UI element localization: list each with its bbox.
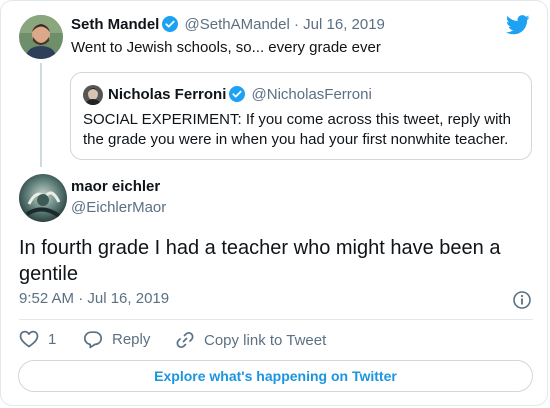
- main-tweet-timestamp[interactable]: 9:52 AM · Jul 16, 2019: [19, 290, 169, 307]
- twitter-bird-icon[interactable]: [506, 15, 530, 35]
- tweet1-text: Went to Jewish schools, so... every grad…: [71, 39, 381, 56]
- main-author-handle[interactable]: @EichlerMaor: [71, 199, 166, 216]
- seth-avatar[interactable]: [19, 15, 63, 59]
- main-tweet-text: In fourth grade I had a teacher who migh…: [19, 237, 501, 285]
- divider: [19, 319, 533, 320]
- reply-label: Reply: [112, 331, 151, 348]
- verified-badge-icon: [162, 16, 179, 36]
- thread-connector-line: [40, 63, 42, 167]
- tweet1-handle[interactable]: @SethAMandel: [185, 16, 290, 33]
- quoted-author-name: Nicholas Ferroni: [108, 86, 227, 103]
- tweet1-date[interactable]: Jul 16, 2019: [303, 16, 385, 33]
- like-button[interactable]: 1: [19, 330, 56, 348]
- maor-avatar[interactable]: [19, 174, 67, 222]
- main-author-name[interactable]: maor eichler: [71, 178, 160, 195]
- copy-link-button[interactable]: Copy link to Tweet: [175, 330, 326, 350]
- reply-bubble-icon: [83, 331, 103, 349]
- quoted-tweet-header: Nicholas Ferroni @NicholasFerroni: [108, 86, 372, 106]
- tweet1-header: Seth Mandel @SethAMandel · Jul 16, 2019: [71, 16, 385, 36]
- tweet-embed-card: Seth Mandel @SethAMandel · Jul 16, 2019 …: [0, 0, 548, 406]
- heart-icon: [19, 330, 39, 348]
- tweet1-author-name[interactable]: Seth Mandel: [71, 16, 159, 33]
- copy-link-label: Copy link to Tweet: [204, 331, 327, 349]
- tweet1-separator: ·: [294, 16, 299, 33]
- quoted-tweet-text: SOCIAL EXPERIMENT: If you come across th…: [83, 111, 511, 148]
- link-icon: [176, 331, 194, 349]
- quoted-author-avatar: [83, 85, 103, 105]
- info-icon[interactable]: [512, 290, 532, 310]
- quoted-author-handle: @NicholasFerroni: [251, 86, 372, 103]
- reply-button[interactable]: Reply: [83, 330, 150, 349]
- like-count: 1: [48, 330, 57, 348]
- verified-badge-icon: [229, 86, 246, 106]
- quoted-tweet[interactable]: Nicholas Ferroni @NicholasFerroni SOCIAL…: [70, 72, 532, 160]
- explore-twitter-button[interactable]: Explore what's happening on Twitter: [18, 360, 533, 392]
